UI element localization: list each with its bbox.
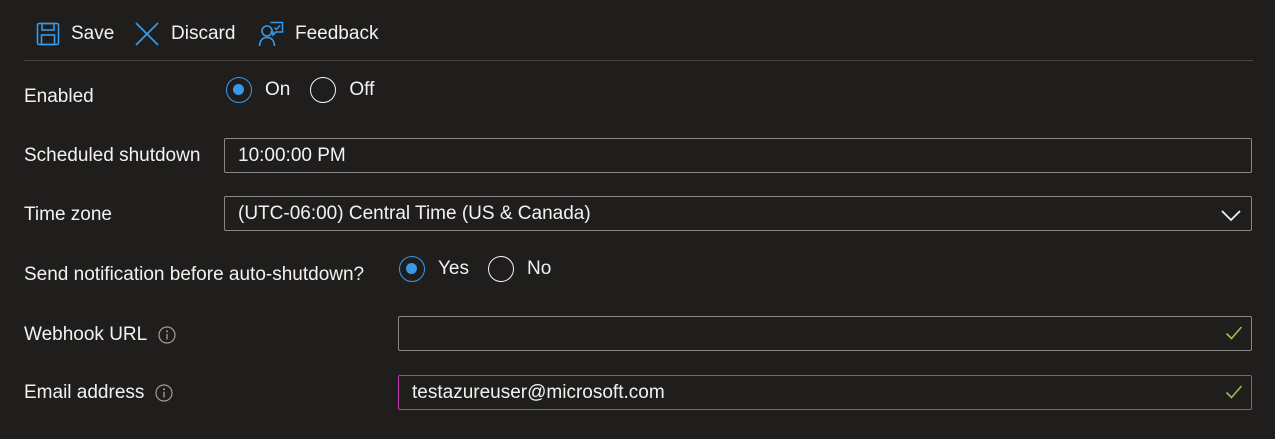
command-bar: Save Discard Feedback — [24, 0, 1253, 61]
checkmark-icon — [1225, 325, 1243, 347]
scheduled-shutdown-value: 10:00:00 PM — [238, 144, 346, 166]
email-address-value: testazureuser@microsoft.com — [412, 381, 665, 403]
radio-unchecked-indicator — [310, 77, 337, 103]
enabled-label: Enabled — [24, 86, 94, 107]
enabled-on-radio[interactable]: On — [226, 77, 290, 103]
feedback-label: Feedback — [295, 23, 379, 44]
radio-unchecked-indicator — [488, 256, 514, 282]
webhook-url-row-label: Webhook URL — [24, 321, 176, 349]
enabled-off-radio[interactable]: Off — [310, 77, 374, 103]
discard-icon — [134, 21, 160, 47]
send-notification-label: Send notification before auto-shutdown? — [24, 264, 365, 285]
enabled-radio-group: On Off — [226, 76, 374, 104]
notification-no-label: No — [527, 258, 552, 279]
radio-checked-indicator — [399, 256, 425, 282]
time-zone-value: (UTC-06:00) Central Time (US & Canada) — [238, 202, 591, 224]
notification-radio-group: Yes No — [399, 255, 551, 283]
email-address-input[interactable]: testazureuser@microsoft.com — [398, 375, 1252, 410]
chevron-down-icon — [1221, 207, 1241, 229]
enabled-on-label: On — [265, 79, 291, 100]
webhook-url-label: Webhook URL — [24, 324, 148, 345]
save-button[interactable]: Save — [36, 20, 114, 48]
webhook-url-input[interactable] — [398, 316, 1252, 351]
save-label: Save — [71, 23, 115, 44]
checkmark-icon — [1225, 384, 1243, 406]
discard-label: Discard — [171, 23, 236, 44]
enabled-off-label: Off — [349, 79, 375, 100]
discard-button[interactable]: Discard — [134, 20, 235, 48]
notification-yes-radio[interactable]: Yes — [399, 256, 469, 282]
radio-checked-indicator — [226, 77, 252, 103]
notification-no-radio[interactable]: No — [488, 256, 551, 282]
time-zone-label: Time zone — [24, 204, 112, 225]
feedback-button[interactable]: Feedback — [258, 20, 378, 48]
save-icon — [36, 22, 60, 46]
time-zone-dropdown[interactable]: (UTC-06:00) Central Time (US & Canada) — [224, 196, 1252, 231]
email-address-label: Email address — [24, 382, 145, 403]
info-icon[interactable] — [155, 384, 173, 402]
feedback-icon — [258, 21, 284, 47]
scheduled-shutdown-label: Scheduled shutdown — [24, 145, 201, 166]
scheduled-shutdown-input[interactable]: 10:00:00 PM — [224, 138, 1252, 173]
notification-yes-label: Yes — [438, 258, 469, 279]
info-icon[interactable] — [158, 326, 176, 344]
email-row-label: Email address — [24, 379, 173, 407]
